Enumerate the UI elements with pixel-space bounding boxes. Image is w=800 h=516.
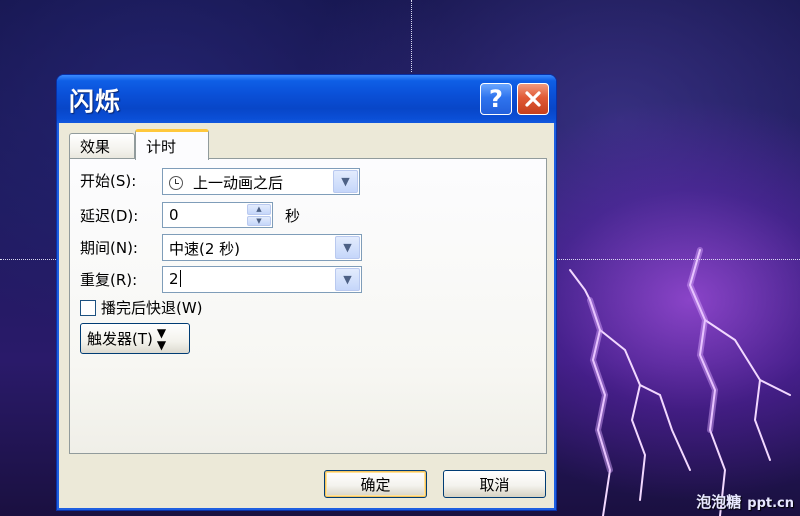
guide-line-vertical <box>411 0 412 72</box>
guide-line-horizontal-left <box>0 259 56 260</box>
delay-unit: 秒 <box>285 207 301 225</box>
clock-icon <box>169 176 183 190</box>
flicker-dialog: 闪烁 ? 效果 计时 开始(S): 上一动画之后 ▼ 延迟(D): 0 ▲ ▼ … <box>56 74 557 511</box>
watermark-en: ppt.cn <box>747 496 794 511</box>
tab-timing[interactable]: 计时 <box>135 129 209 160</box>
chevron-down-icon[interactable]: ▼ <box>335 236 360 259</box>
spin-up-icon[interactable]: ▲ <box>247 204 271 215</box>
chevron-down-icon[interactable]: ▼ <box>333 170 358 193</box>
watermark-cn: 泡泡糖 <box>696 493 742 511</box>
duration-label: 期间(N): <box>80 239 138 257</box>
text-caret <box>179 270 181 287</box>
close-button[interactable] <box>517 83 549 115</box>
duration-value: 中速(2 秒) <box>169 240 241 258</box>
trigger-label: 触发器(T) <box>87 330 153 348</box>
help-icon: ? <box>489 85 503 113</box>
guide-line-horizontal-right <box>556 259 800 260</box>
ok-button[interactable]: 确定 <box>324 470 427 498</box>
repeat-value: 2 <box>169 270 179 288</box>
delay-spinner[interactable]: 0 ▲ ▼ <box>162 202 273 228</box>
spin-down-icon[interactable]: ▼ <box>247 215 271 226</box>
cancel-label: 取消 <box>479 475 510 494</box>
tab-effect[interactable]: 效果 <box>69 133 135 159</box>
close-icon <box>525 91 541 107</box>
rewind-option[interactable]: 播完后快退(W) <box>80 297 203 318</box>
watermark: 泡泡糖 ppt.cn <box>696 491 794 512</box>
rewind-label: 播完后快退(W) <box>101 299 203 317</box>
dialog-title: 闪烁 <box>69 87 122 116</box>
repeat-label: 重复(R): <box>80 271 138 289</box>
repeat-select[interactable]: 2 ▼ <box>162 266 362 293</box>
ok-label: 确定 <box>360 475 391 494</box>
timing-panel: 开始(S): 上一动画之后 ▼ 延迟(D): 0 ▲ ▼ 秒 期间(N): 中速… <box>69 158 547 454</box>
start-label: 开始(S): <box>80 172 137 190</box>
start-value-wrap: 上一动画之后 <box>169 172 283 193</box>
double-chevron-down-icon: ▼ ▼ <box>156 325 167 352</box>
dialog-client: 效果 计时 开始(S): 上一动画之后 ▼ 延迟(D): 0 ▲ ▼ 秒 期间(… <box>61 123 552 508</box>
trigger-button[interactable]: 触发器(T) ▼ ▼ <box>80 323 190 354</box>
dialog-titlebar[interactable]: 闪烁 ? <box>57 75 556 123</box>
tab-effect-label: 效果 <box>80 138 111 156</box>
cancel-button[interactable]: 取消 <box>443 470 546 498</box>
duration-select[interactable]: 中速(2 秒) ▼ <box>162 234 362 261</box>
start-value: 上一动画之后 <box>193 174 284 192</box>
start-select[interactable]: 上一动画之后 ▼ <box>162 168 360 195</box>
repeat-value-wrap: 2 <box>169 270 181 288</box>
chevron-down-icon[interactable]: ▼ <box>335 268 360 291</box>
help-button[interactable]: ? <box>480 83 512 115</box>
spinner-buttons: ▲ ▼ <box>247 204 271 226</box>
delay-value[interactable]: 0 <box>169 206 179 224</box>
rewind-checkbox[interactable] <box>80 299 96 316</box>
tab-timing-label: 计时 <box>146 137 177 156</box>
delay-label: 延迟(D): <box>80 207 139 225</box>
